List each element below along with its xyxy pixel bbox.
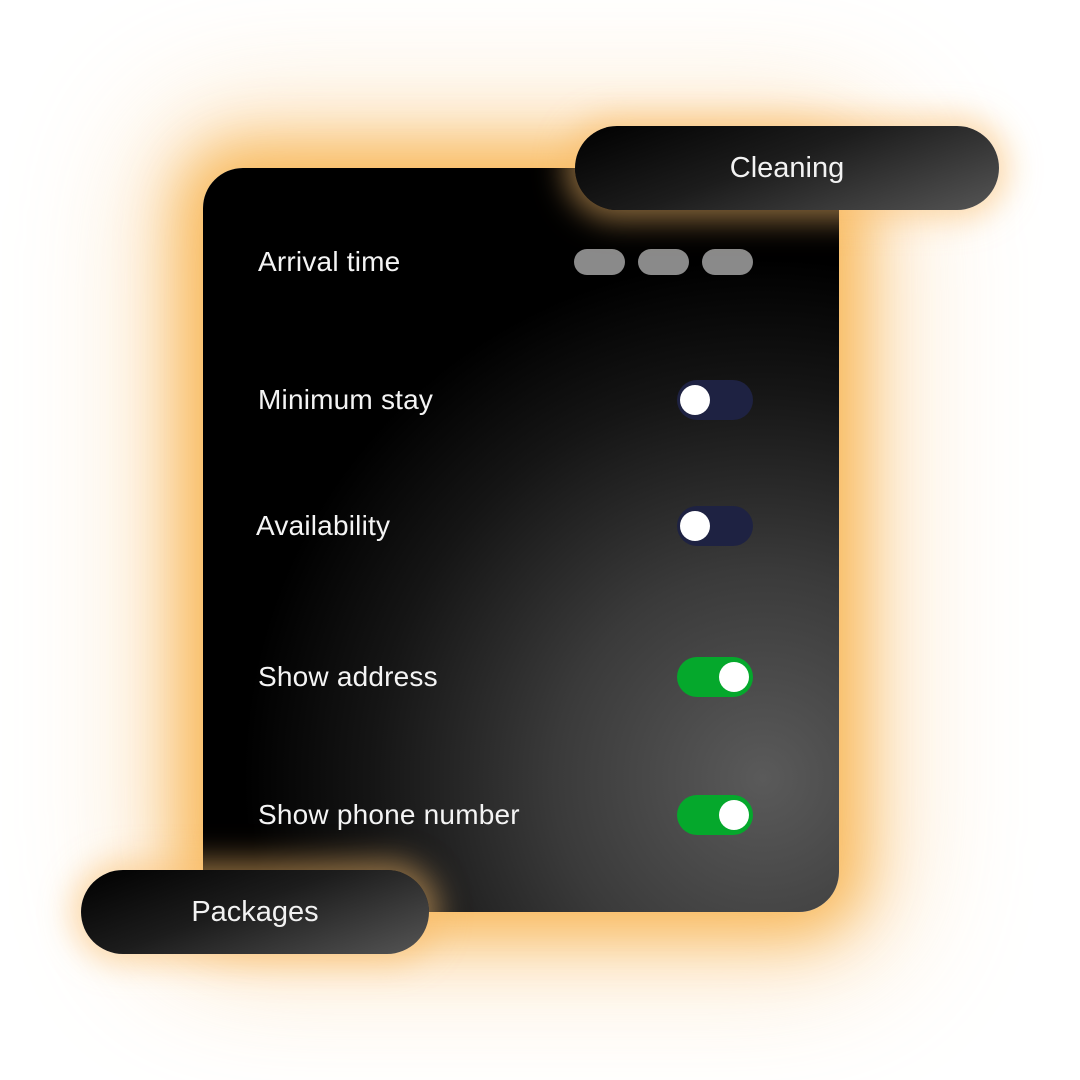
chip-label: Packages [191, 895, 319, 928]
settings-card: Arrival time Minimum stay Availability S… [203, 168, 839, 912]
setting-label: Show address [258, 661, 438, 692]
arrival-time-slots [574, 249, 753, 275]
minimum-stay-toggle[interactable] [677, 380, 753, 420]
toggle-knob [719, 662, 749, 692]
setting-row-show-address: Show address [258, 657, 753, 697]
availability-toggle[interactable] [677, 506, 753, 546]
time-slot-placeholder[interactable] [574, 249, 625, 275]
toggle-knob [680, 511, 710, 541]
setting-label: Arrival time [258, 246, 401, 277]
toggle-knob [719, 800, 749, 830]
toggle-knob [680, 385, 710, 415]
setting-label: Minimum stay [258, 384, 434, 415]
show-address-toggle[interactable] [677, 657, 753, 697]
time-slot-placeholder[interactable] [702, 249, 753, 275]
setting-row-minimum-stay: Minimum stay [258, 380, 753, 420]
cleaning-chip[interactable]: Cleaning [575, 126, 999, 210]
show-phone-number-toggle[interactable] [677, 795, 753, 835]
setting-row-availability: Availability [256, 506, 753, 546]
setting-label: Show phone number [258, 799, 520, 830]
setting-row-show-phone-number: Show phone number [258, 795, 753, 835]
setting-row-arrival-time: Arrival time [258, 242, 753, 282]
chip-label: Cleaning [729, 151, 845, 184]
setting-label: Availability [256, 510, 391, 541]
time-slot-placeholder[interactable] [638, 249, 689, 275]
packages-chip[interactable]: Packages [81, 870, 429, 954]
